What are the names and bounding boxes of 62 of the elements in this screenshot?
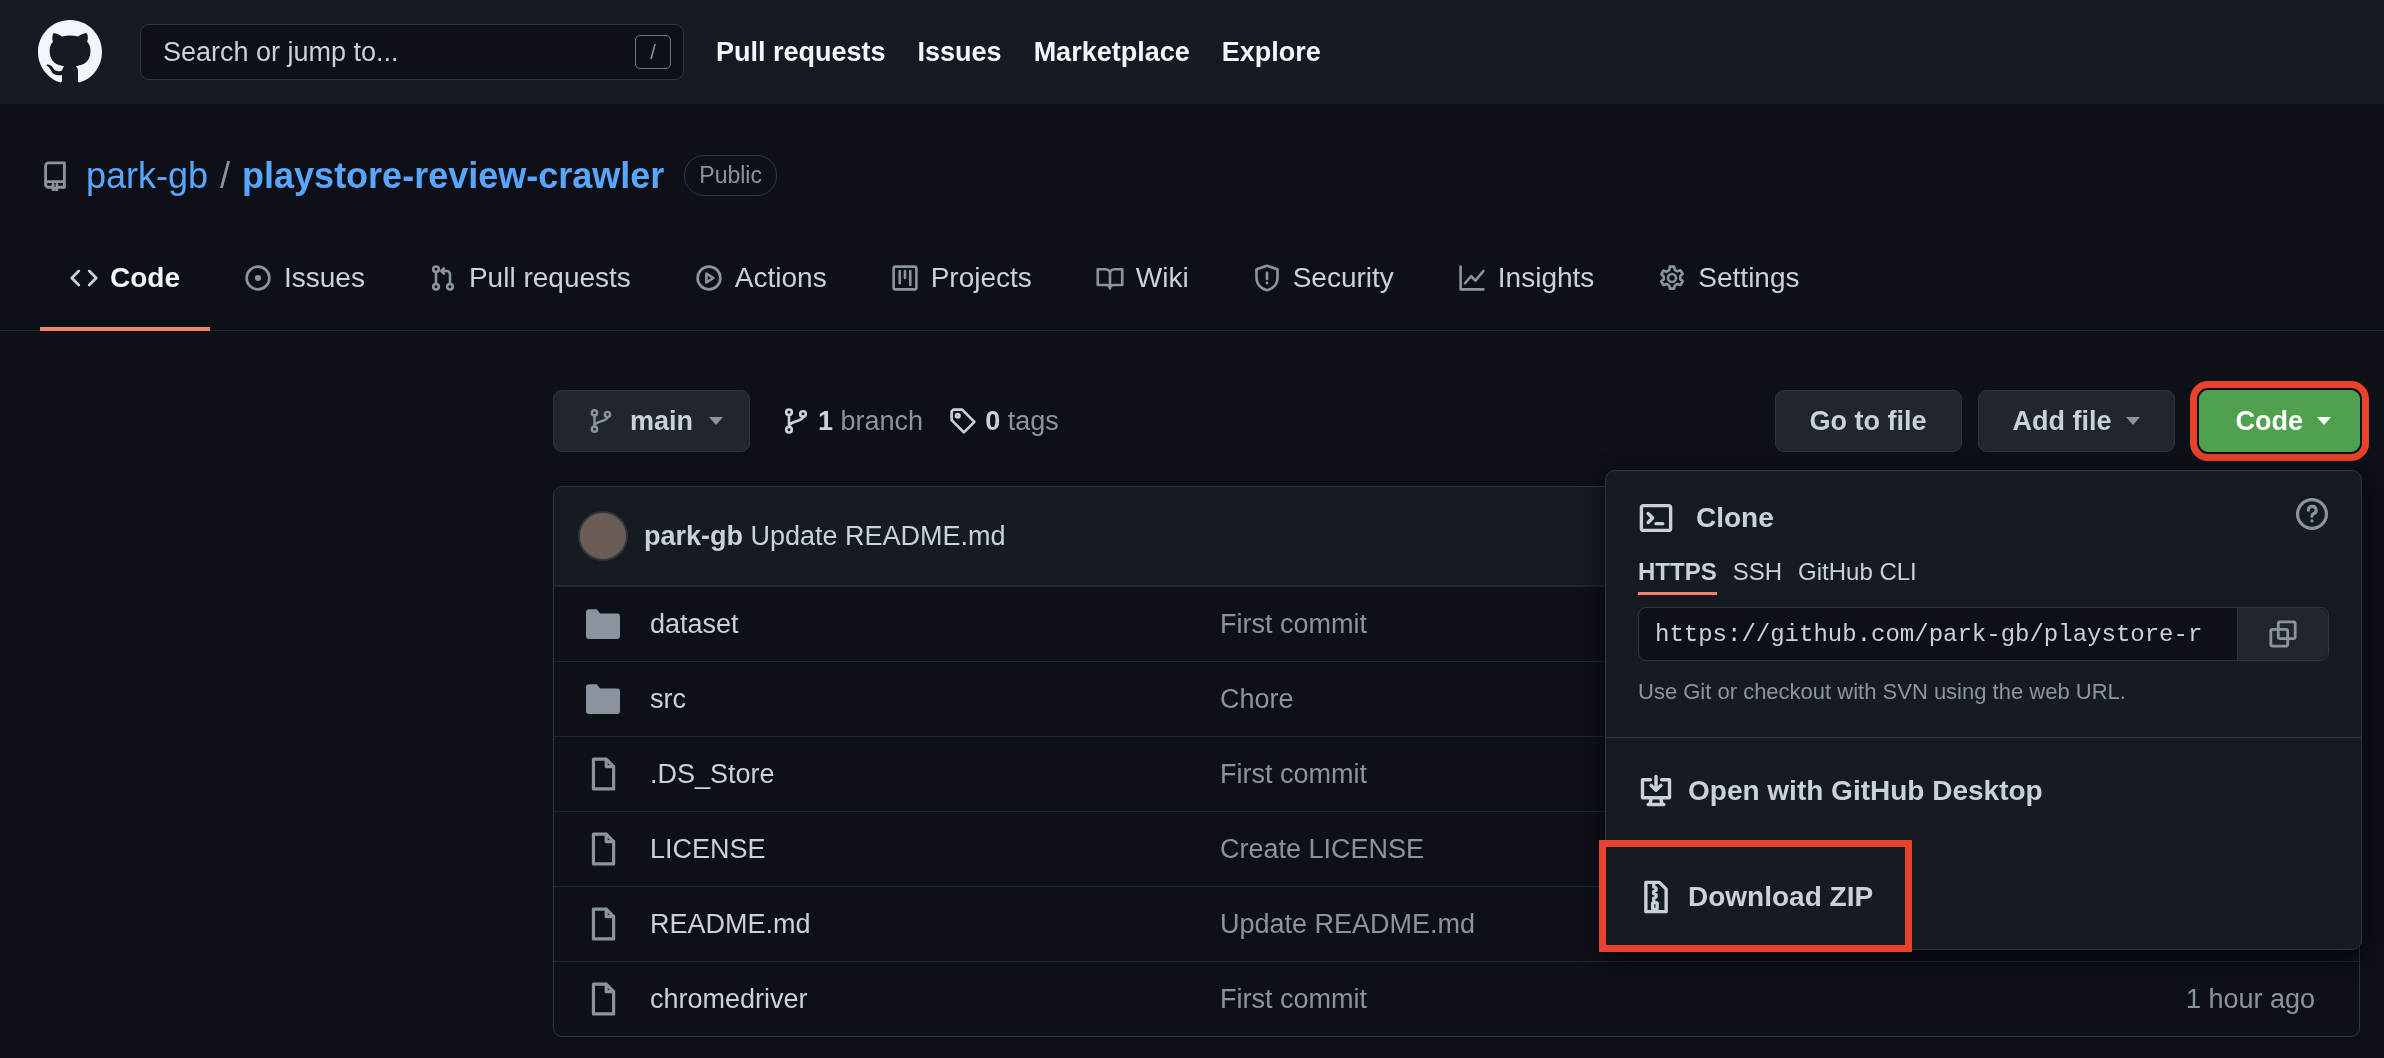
go-to-file-button[interactable]: Go to file [1774, 390, 1962, 452]
github-logo-icon[interactable] [38, 20, 102, 84]
commit-message-link[interactable]: Create LICENSE [1220, 833, 1425, 865]
repo-name-link[interactable]: playstore-review-crawler [242, 154, 665, 197]
menu-item[interactable]: Download ZIP [1602, 843, 1910, 949]
path-separator: / [220, 154, 231, 197]
desktop-download-icon [1638, 772, 1674, 809]
board-icon [890, 264, 919, 292]
branch-count-link[interactable]: 1 branch [818, 405, 924, 437]
avatar [578, 511, 628, 561]
nav-link[interactable]: Explore [1221, 36, 1321, 68]
tag-icon [949, 407, 978, 435]
commit-message-link[interactable]: Update README.md [1220, 908, 1476, 940]
branch-icon [588, 408, 614, 434]
protocol-tab[interactable]: SSH [1732, 558, 1783, 595]
clone-hint: Use Git or checkout with SVN using the web URL. [1638, 679, 2127, 705]
nav-link[interactable]: Pull requests [716, 36, 886, 68]
protocol-tab[interactable]: HTTPS [1638, 558, 1717, 595]
repo-tab[interactable]: Pull requests [398, 229, 661, 331]
repo-tab[interactable]: Insights [1427, 229, 1625, 331]
repo-tab[interactable]: Security [1222, 229, 1424, 331]
repo-tab[interactable]: Wiki [1065, 229, 1219, 331]
protocol-tab[interactable]: GitHub CLI [1798, 558, 1917, 595]
circle-dot-icon [244, 264, 272, 292]
add-file-button[interactable]: Add file [1977, 390, 2175, 452]
search-field[interactable]: Search or jump to... / [140, 24, 684, 80]
visibility-label: Public [684, 155, 777, 196]
nav-link[interactable]: Issues [917, 36, 1002, 68]
owner-link[interactable]: park-gb [86, 154, 209, 197]
menu-item[interactable]: Open with GitHub Desktop [1606, 737, 2361, 843]
commit-age: 1 hour ago [2185, 983, 2315, 1015]
branch-select[interactable]: main [553, 390, 751, 452]
shortcut-key: / [635, 35, 671, 69]
commit-message-link[interactable]: Chore [1220, 683, 1294, 715]
commit-message-link[interactable]: First commit [1220, 608, 1367, 640]
commit-message-link[interactable]: First commit [1220, 983, 1367, 1015]
file-name-link[interactable]: .DS_Store [650, 758, 1220, 790]
repo-tab[interactable]: Actions [664, 229, 857, 331]
caret-icon [2125, 417, 2140, 425]
folder-icon [586, 684, 620, 714]
file-name-link[interactable]: dataset [650, 608, 1220, 640]
settings-icon [1658, 264, 1687, 292]
repo-tab[interactable]: Code [40, 229, 210, 331]
repo-tab[interactable]: Settings [1628, 229, 1830, 331]
repo-tab[interactable]: Projects [860, 229, 1062, 331]
commit-message-link[interactable]: First commit [1220, 758, 1367, 790]
latest-commit: park-gb Update README.md [644, 520, 1006, 552]
menu-title: Clone [1696, 501, 1774, 534]
tag-count-link[interactable]: 0 tags [985, 405, 1059, 437]
file-name-link[interactable]: chromedriver [650, 983, 1220, 1015]
file-name-link[interactable]: README.md [650, 908, 1220, 940]
line-graph-icon [1457, 264, 1486, 292]
help-icon [2295, 497, 2329, 531]
caret-icon [2317, 417, 2331, 425]
file-name-link[interactable]: LICENSE [650, 833, 1220, 865]
file-name-link[interactable]: src [650, 683, 1220, 715]
caret-icon [709, 417, 724, 425]
folder-icon [586, 609, 620, 639]
nav-link[interactable]: Marketplace [1033, 36, 1190, 68]
repo-tab[interactable]: Issues [214, 229, 395, 331]
play-circle-icon [694, 264, 723, 292]
shield-icon [1252, 264, 1281, 292]
